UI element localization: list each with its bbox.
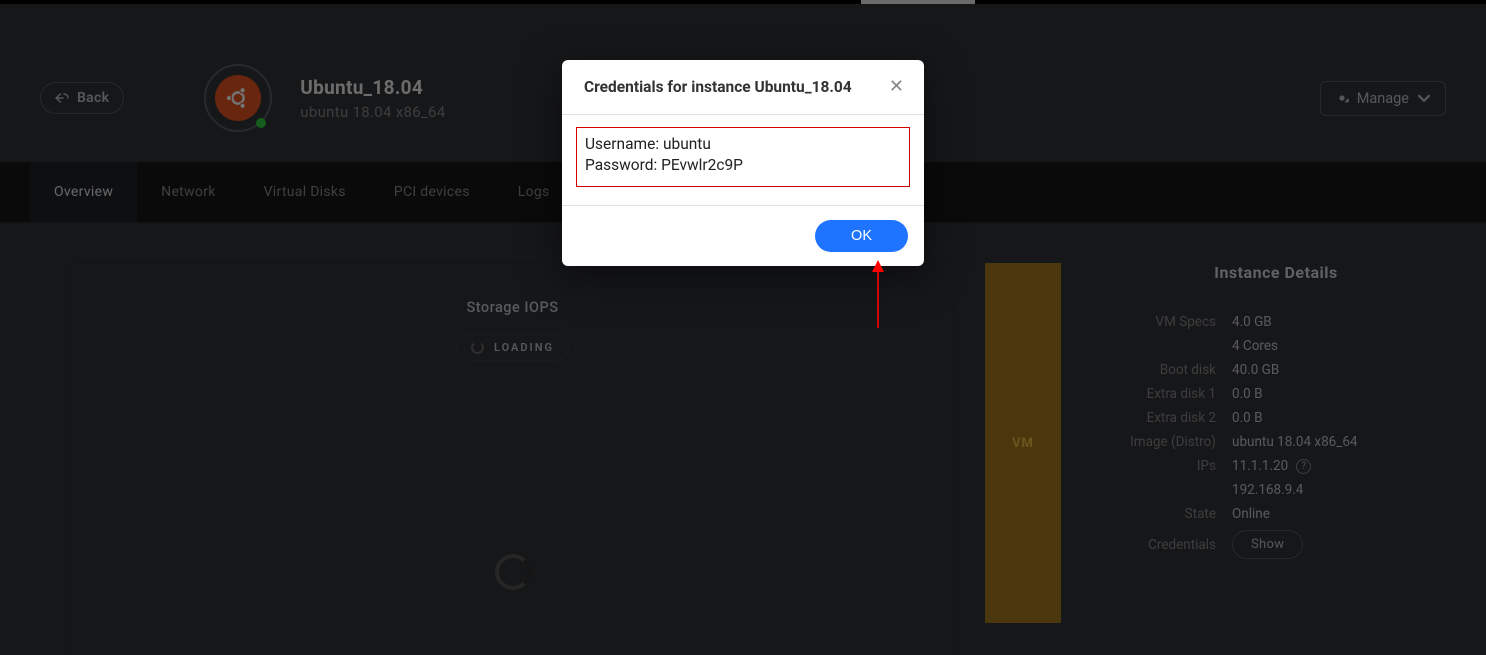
- close-icon[interactable]: ✕: [889, 78, 904, 96]
- tab-overview[interactable]: Overview: [30, 162, 137, 222]
- back-arrow-icon: [55, 93, 69, 103]
- ubuntu-icon: [215, 75, 261, 121]
- instance-subtitle: ubuntu 18.04 x86_64: [300, 103, 445, 121]
- detail-row-state: State Online: [1106, 502, 1446, 526]
- label-credentials: Credentials: [1106, 537, 1216, 553]
- modal-header: Credentials for instance Ubuntu_18.04 ✕: [562, 60, 924, 115]
- storage-iops-panel: Storage IOPS LOADING: [70, 263, 955, 655]
- modal-footer: OK: [562, 206, 924, 266]
- manage-button[interactable]: Manage: [1320, 81, 1446, 116]
- ok-button[interactable]: OK: [815, 220, 908, 252]
- detail-row-ips: IPs 11.1.1.20 ?: [1106, 454, 1446, 478]
- tab-network[interactable]: Network: [137, 162, 239, 222]
- loading-label: LOADING: [494, 341, 554, 354]
- detail-row-vm-specs: VM Specs 4.0 GB: [1106, 310, 1446, 334]
- modal-body: Username: ubuntu Password: PEvwlr2c9P: [562, 115, 924, 206]
- value-boot-disk: 40.0 GB: [1232, 362, 1279, 378]
- credentials-box: Username: ubuntu Password: PEvwlr2c9P: [576, 127, 910, 187]
- detail-row-image: Image (Distro) ubuntu 18.04 x86_64: [1106, 430, 1446, 454]
- modal-title: Credentials for instance Ubuntu_18.04: [584, 78, 889, 96]
- back-label: Back: [77, 90, 109, 106]
- password-label: Password:: [585, 156, 657, 174]
- label-vm-specs: VM Specs: [1106, 314, 1216, 330]
- instance-details-panel: Instance Details VM Specs 4.0 GB 4 Cores…: [1106, 263, 1446, 655]
- loading-indicator: LOADING: [456, 334, 569, 361]
- tab-pci-devices[interactable]: PCI devices: [370, 162, 494, 222]
- help-icon[interactable]: ?: [1296, 459, 1311, 474]
- annotation-arrow: [871, 260, 885, 328]
- topbar: [0, 0, 1486, 4]
- label-image: Image (Distro): [1106, 434, 1216, 450]
- detail-row-extra-disk-2: Extra disk 2 0.0 B: [1106, 406, 1446, 430]
- value-vm-ram: 4.0 GB: [1232, 314, 1272, 330]
- back-button[interactable]: Back: [40, 82, 124, 114]
- gear-icon: [1335, 91, 1349, 105]
- label-extra-disk-2: Extra disk 2: [1106, 410, 1216, 426]
- detail-row-credentials: Credentials Show: [1106, 526, 1446, 563]
- detail-row-vm-cores: 4 Cores: [1106, 334, 1446, 358]
- spinner-icon: [471, 341, 484, 354]
- value-state: Online: [1232, 506, 1270, 522]
- value-ip-2: 192.168.9.4: [1232, 482, 1303, 498]
- topbar-active-indicator: [861, 0, 975, 4]
- storage-title: Storage IOPS: [71, 299, 954, 316]
- credentials-modal: Credentials for instance Ubuntu_18.04 ✕ …: [562, 60, 924, 266]
- manage-label: Manage: [1357, 90, 1409, 107]
- status-online-dot: [256, 118, 266, 128]
- label-state: State: [1106, 506, 1216, 522]
- label-boot-disk: Boot disk: [1106, 362, 1216, 378]
- vm-badge: VM: [985, 263, 1061, 623]
- detail-row-ip2: 192.168.9.4: [1106, 478, 1446, 502]
- chevron-down-icon: [1417, 91, 1431, 105]
- username-value: ubuntu: [663, 135, 711, 153]
- value-ip-1: 11.1.1.20: [1232, 458, 1288, 474]
- tab-virtual-disks[interactable]: Virtual Disks: [240, 162, 370, 222]
- large-spinner-icon: [495, 554, 531, 590]
- username-label: Username:: [585, 135, 659, 153]
- detail-row-extra-disk-1: Extra disk 1 0.0 B: [1106, 382, 1446, 406]
- value-vm-cores: 4 Cores: [1232, 338, 1278, 354]
- instance-meta: Ubuntu_18.04 ubuntu 18.04 x86_64: [300, 76, 445, 121]
- value-extra-disk-1: 0.0 B: [1232, 386, 1263, 402]
- value-extra-disk-2: 0.0 B: [1232, 410, 1263, 426]
- detail-row-boot-disk: Boot disk 40.0 GB: [1106, 358, 1446, 382]
- value-image: ubuntu 18.04 x86_64: [1232, 434, 1358, 450]
- label-extra-disk-1: Extra disk 1: [1106, 386, 1216, 402]
- instance-logo: [204, 64, 272, 132]
- instance-title: Ubuntu_18.04: [300, 76, 445, 99]
- label-ips: IPs: [1106, 458, 1216, 474]
- details-title: Instance Details: [1106, 263, 1446, 282]
- password-value: PEvwlr2c9P: [661, 156, 743, 174]
- show-credentials-button[interactable]: Show: [1232, 530, 1303, 559]
